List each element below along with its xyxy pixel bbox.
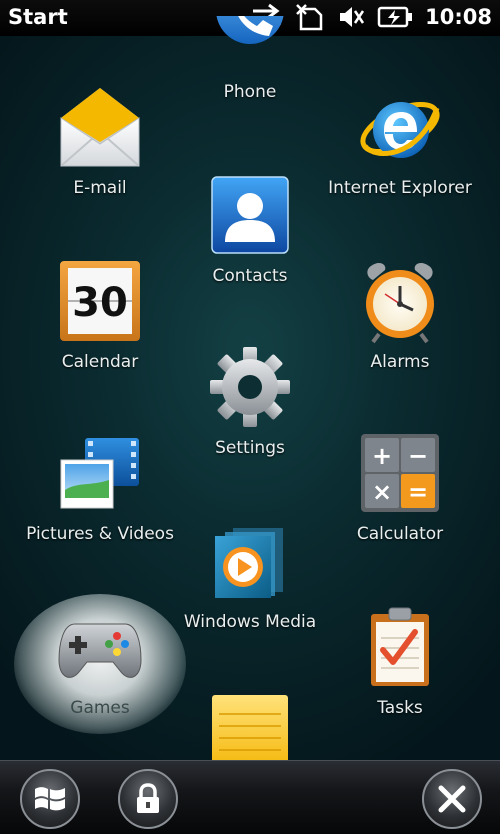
start-button[interactable] [20, 769, 80, 829]
volume-off-icon [340, 7, 365, 27]
alarm-clock-icon [366, 263, 434, 344]
app-label: Calculator [356, 524, 444, 544]
clock-time: 10:08 [425, 5, 492, 29]
phone-icon [216, 16, 284, 44]
calc-key-minus: − [408, 442, 428, 470]
contact-card-icon [211, 176, 289, 254]
bottom-bar [0, 760, 500, 834]
task-checklist-icon [371, 607, 429, 686]
app-label: Contacts [212, 266, 288, 286]
gear-icon [210, 347, 290, 427]
start-title[interactable]: Start [8, 5, 68, 29]
battery-charging-icon [377, 6, 413, 28]
calculator-icon: + − × = [361, 434, 439, 512]
app-calendar[interactable]: 30 Calendar [20, 258, 180, 372]
app-windows-media[interactable]: Windows Media [170, 518, 330, 632]
app-settings[interactable]: Settings [170, 344, 330, 458]
app-calculator[interactable]: + − × = Calculator [320, 430, 480, 544]
lock-icon [137, 783, 159, 813]
app-internet-explorer[interactable]: Internet Explorer [320, 84, 480, 198]
app-label: Windows Media [183, 612, 317, 632]
lock-button[interactable] [118, 769, 178, 829]
calc-key-equals: = [408, 478, 428, 506]
app-label: Pictures & Videos [26, 524, 174, 544]
app-label: Phone [223, 82, 277, 102]
windows-logo-icon [35, 787, 65, 811]
close-icon [438, 785, 466, 813]
app-label: Calendar [61, 352, 139, 372]
app-phone[interactable]: Phone [170, 16, 330, 102]
app-pictures-videos[interactable]: Pictures & Videos [20, 430, 180, 544]
app-label: E-mail [73, 178, 127, 198]
app-label: Internet Explorer [328, 178, 472, 198]
app-label: Games [70, 698, 130, 718]
calc-key-times: × [372, 478, 392, 506]
app-games[interactable]: Games [20, 604, 180, 718]
close-button[interactable] [422, 769, 482, 829]
app-label: Settings [215, 438, 285, 458]
media-player-icon [215, 528, 283, 598]
app-alarms[interactable]: Alarms [320, 258, 480, 372]
calc-key-plus: + [372, 442, 392, 470]
envelope-icon [60, 88, 140, 167]
internet-explorer-icon [360, 102, 440, 158]
app-label: Tasks [377, 698, 423, 718]
calendar-icon: 30 [60, 261, 140, 341]
app-label: Alarms [370, 352, 430, 372]
gamepad-icon [58, 623, 142, 678]
app-tasks[interactable]: Tasks [320, 604, 480, 718]
calendar-day: 30 [72, 280, 128, 326]
app-contacts[interactable]: Contacts [170, 172, 330, 286]
app-email[interactable]: E-mail [20, 84, 180, 198]
pictures-videos-icon [60, 438, 139, 509]
